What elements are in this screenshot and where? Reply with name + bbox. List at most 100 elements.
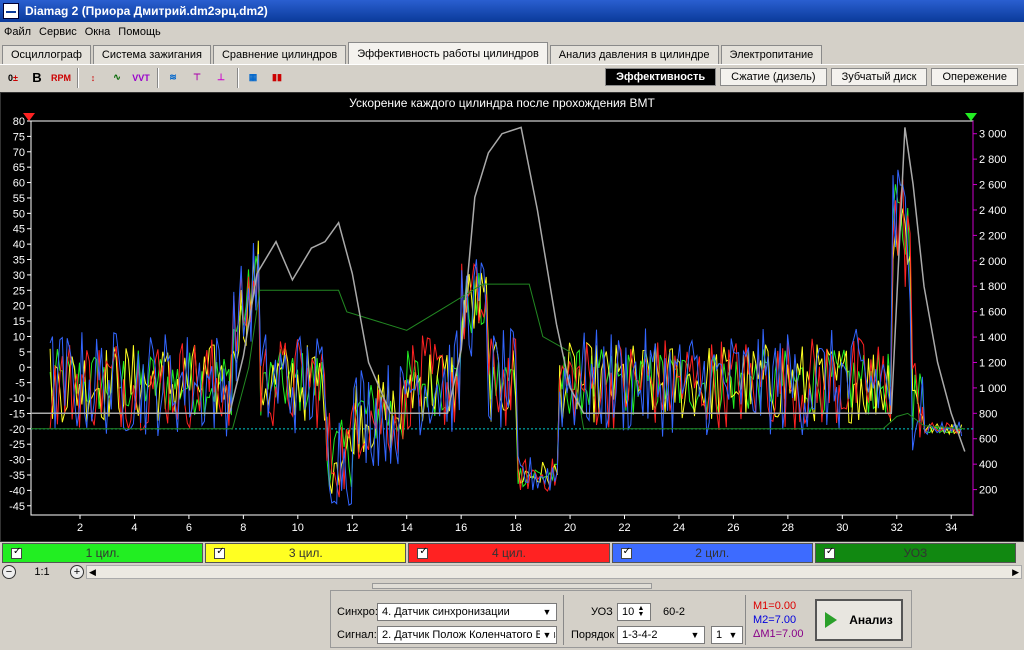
analyze-button[interactable]: Анализ (815, 599, 903, 641)
tab-cylinder-efficiency[interactable]: Эффективность работы цилиндров (348, 42, 548, 64)
analyze-label: Анализ (849, 613, 893, 627)
y-right-tick-label: 1 400 (979, 332, 1007, 344)
analysis-settings-panel: Синхро: 4. Датчик синхронизации ▼ Сигнал… (330, 590, 912, 648)
subtab-advance[interactable]: Опережение (931, 68, 1018, 86)
y-left-tick-label: -45 (9, 501, 25, 513)
signal-value: 2. Датчик Полож Коленчатого Вала (382, 629, 557, 641)
grid-icon[interactable]: ▦ (242, 67, 264, 89)
y-left-tick-label: 45 (13, 224, 25, 236)
menu-windows[interactable]: Окна (85, 26, 111, 38)
toolbar-separator (157, 67, 159, 88)
main-tabs: Осциллограф Система зажигания Сравнение … (0, 42, 1024, 64)
x-tick-label: 26 (727, 522, 739, 534)
marker-m1-value: M1=0.00 (753, 600, 797, 612)
sync-select[interactable]: 4. Датчик синхронизации ▼ (377, 603, 557, 621)
y-left-tick-label: 5 (19, 347, 25, 359)
y-left-tick-label: -25 (9, 439, 25, 451)
subtab-compression-diesel[interactable]: Сжатие (дизель) (720, 68, 827, 86)
plot-frame (30, 120, 974, 516)
order-index-select[interactable]: 1 ▼ (711, 626, 743, 644)
uoz-row: УОЗ 10 ▲ ▼ 60-2 (591, 603, 685, 621)
y-right-tick-label: 2 600 (979, 180, 1007, 192)
chevron-down-icon[interactable]: ▼ (726, 628, 740, 642)
y-left-tick-label: 50 (13, 208, 25, 220)
toolbar-separator (77, 67, 79, 88)
signal-select[interactable]: 2. Датчик Полож Коленчатого Вала ▼ (377, 626, 557, 644)
y-right-tick-label: 1 600 (979, 307, 1007, 319)
legend-channel-uoz[interactable]: УОЗ (814, 543, 1017, 563)
scroll-right-icon[interactable]: ▶ (1012, 567, 1019, 578)
markers-icon[interactable]: ⊥ (210, 67, 232, 89)
marker-m2-value: M2=7.00 (753, 614, 797, 626)
tab-cylinder-compare[interactable]: Сравнение цилиндров (212, 45, 347, 64)
y-left-tick-label: 70 (13, 147, 25, 159)
subtab-toothed-disc[interactable]: Зубчатый диск (830, 68, 928, 86)
x-tick-label: 2 (77, 522, 83, 534)
sub-tabs: Эффективность Сжатие (дизель) Зубчатый д… (601, 68, 1018, 86)
channel-legend: 1 цил. 3 цил. 4 цил. 2 цил. УОЗ (2, 543, 1018, 563)
y-left-tick-label: 65 (13, 162, 25, 174)
legend-channel-4[interactable]: 4 цил. (408, 543, 610, 563)
window-title: Diamag 2 (Приора Дмитрий.dm2эрц.dm2) (25, 4, 268, 18)
chevron-down-icon[interactable]: ▼ (540, 605, 554, 619)
y-right-tick-label: 2 000 (979, 256, 1007, 268)
divider (745, 595, 746, 645)
sync-icon[interactable]: ≋ (162, 67, 184, 89)
legend-label: 3 цил. (288, 546, 323, 560)
tab-power-supply[interactable]: Электропитание (720, 45, 823, 64)
scroll-left-icon[interactable]: ◀ (89, 567, 96, 578)
legend-channel-1[interactable]: 1 цил. (2, 543, 204, 563)
subtab-efficiency[interactable]: Эффективность (605, 68, 717, 86)
y-left-tick-label: 55 (13, 193, 25, 205)
rpm-icon[interactable]: RPM (50, 67, 72, 89)
x-tick-label: 18 (509, 522, 521, 534)
menu-file[interactable]: Файл (4, 26, 31, 38)
tab-ignition[interactable]: Система зажигания (92, 45, 211, 64)
menu-bar: Файл Сервис Окна Помощь (0, 22, 1024, 42)
bold-b-icon[interactable]: B (26, 67, 48, 89)
y-right-tick-label: 1 000 (979, 383, 1007, 395)
legend-channel-2[interactable]: 2 цил. (611, 543, 813, 563)
legend-channel-3[interactable]: 3 цил. (205, 543, 407, 563)
sync-label: Синхро: (337, 606, 378, 618)
vvt-icon[interactable]: VVT (130, 67, 152, 89)
order-label: Порядок (571, 629, 615, 641)
tab-pressure-analysis[interactable]: Анализ давления в цилиндре (549, 45, 719, 64)
chart-title: Ускорение каждого цилиндра после прохожд… (349, 96, 655, 110)
efficiency-chart[interactable]: Ускорение каждого цилиндра после прохожд… (1, 93, 1023, 541)
uoz-spinner[interactable]: 10 ▲ ▼ (617, 603, 651, 621)
y-left-tick-label: 40 (13, 239, 25, 251)
tab-oscilloscope[interactable]: Осциллограф (2, 45, 91, 64)
zoom-in-icon[interactable]: + (70, 565, 84, 579)
order-select[interactable]: 1-3-4-2 ▼ (617, 626, 705, 644)
zero-level-icon[interactable]: 0 ± (2, 67, 24, 89)
scale-icon[interactable]: ↕ (82, 67, 104, 89)
zoom-scroll-row: − 1:1 + ◀ ▶ (0, 564, 1024, 580)
horizontal-scrollbar[interactable]: ◀ ▶ (86, 565, 1022, 579)
marker-values: M1=0.00 M2=7.00 ΔM1=7.00 (753, 599, 803, 641)
legend-label: 4 цил. (492, 546, 526, 560)
menu-help[interactable]: Помощь (118, 26, 161, 38)
menu-service[interactable]: Сервис (39, 26, 77, 38)
y-right-tick-label: 1 200 (979, 357, 1007, 369)
x-tick-label: 6 (186, 522, 192, 534)
waves-icon[interactable]: ∿ (106, 67, 128, 89)
y-left-tick-label: 75 (13, 131, 25, 143)
chart-area[interactable]: Ускорение каждого цилиндра после прохожд… (0, 92, 1024, 542)
legend-label: УОЗ (903, 546, 928, 560)
x-tick-label: 22 (618, 522, 630, 534)
cylinder-order-icon[interactable]: ⊤ (186, 67, 208, 89)
panel-splitter[interactable] (372, 583, 652, 589)
legend-label: 2 цил. (695, 546, 730, 560)
bars-chart-icon[interactable]: ▮▮ (266, 67, 288, 89)
signal-row: Сигнал: 2. Датчик Полож Коленчатого Вала… (337, 626, 557, 644)
x-tick-label: 32 (891, 522, 903, 534)
spinner-arrows-icon[interactable]: ▲ ▼ (634, 605, 648, 619)
x-tick-label: 12 (346, 522, 358, 534)
order-row: Порядок 1-3-4-2 ▼ 1 ▼ (571, 626, 743, 644)
chevron-down-icon[interactable]: ▼ (688, 628, 702, 642)
y-right-tick-label: 600 (979, 434, 997, 446)
chevron-down-icon[interactable]: ▼ (540, 628, 554, 642)
zoom-out-icon[interactable]: − (2, 565, 16, 579)
y-left-tick-label: -35 (9, 470, 25, 482)
